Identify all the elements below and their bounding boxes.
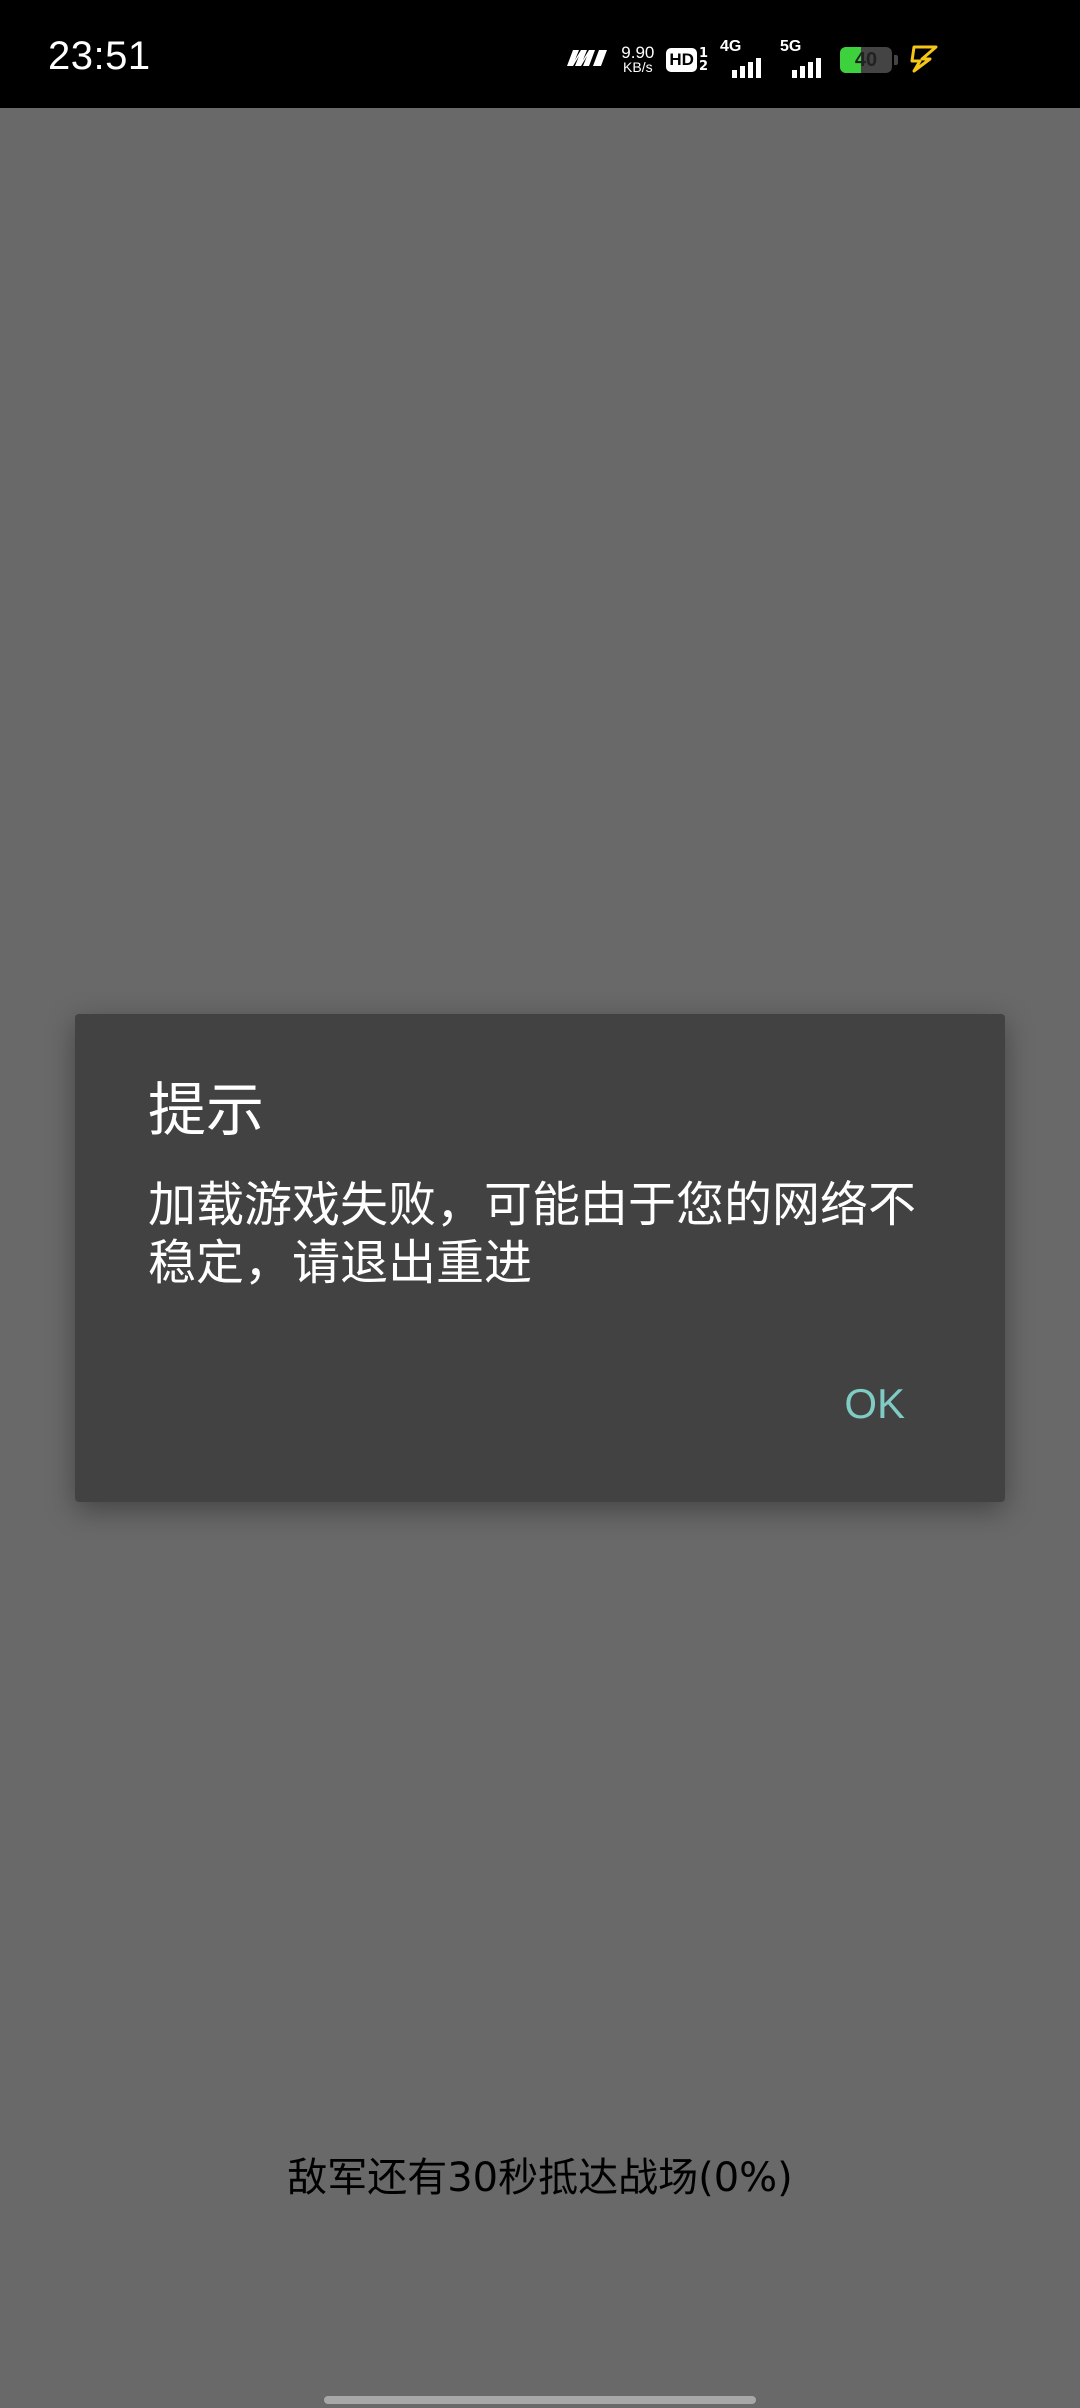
dialog-title: 提示	[148, 1076, 265, 1144]
battery-icon: 40	[840, 47, 892, 73]
loading-countdown-text: 敌军还有30秒抵达战场(0%)	[287, 2155, 793, 2201]
status-time: 23:51	[48, 34, 151, 78]
signal-5g-icon: 5G	[780, 38, 828, 78]
signal2-tech-label: 5G	[780, 38, 802, 55]
hd-voice-icon: HD 1 2	[666, 47, 708, 73]
status-bar: 23:51 9.90 KB/s HD 1 2 4G 5G 40	[0, 0, 1080, 108]
hd-sim2: 2	[698, 59, 708, 74]
network-speed-value: 9.90	[621, 43, 655, 62]
dialog-message: 加载游戏失败，可能由于您的网络不稳定，请退出重进	[148, 1177, 917, 1291]
status-icons: 9.90 KB/s HD 1 2 4G 5G 40	[563, 38, 938, 82]
home-indicator[interactable]	[324, 2396, 756, 2404]
ok-button[interactable]: OK	[844, 1380, 905, 1428]
battery-level: 40	[854, 48, 878, 71]
carrier-logo-icon	[563, 46, 609, 74]
signal-4g-icon: 4G	[720, 38, 768, 78]
alert-dialog: 提示 加载游戏失败，可能由于您的网络不稳定，请退出重进 OK	[75, 1014, 1005, 1502]
charging-icon	[910, 43, 938, 77]
signal1-tech-label: 4G	[720, 38, 742, 55]
hd-label: HD	[666, 48, 697, 72]
network-speed-unit: KB/s	[623, 59, 653, 75]
network-speed: 9.90 KB/s	[621, 43, 655, 75]
